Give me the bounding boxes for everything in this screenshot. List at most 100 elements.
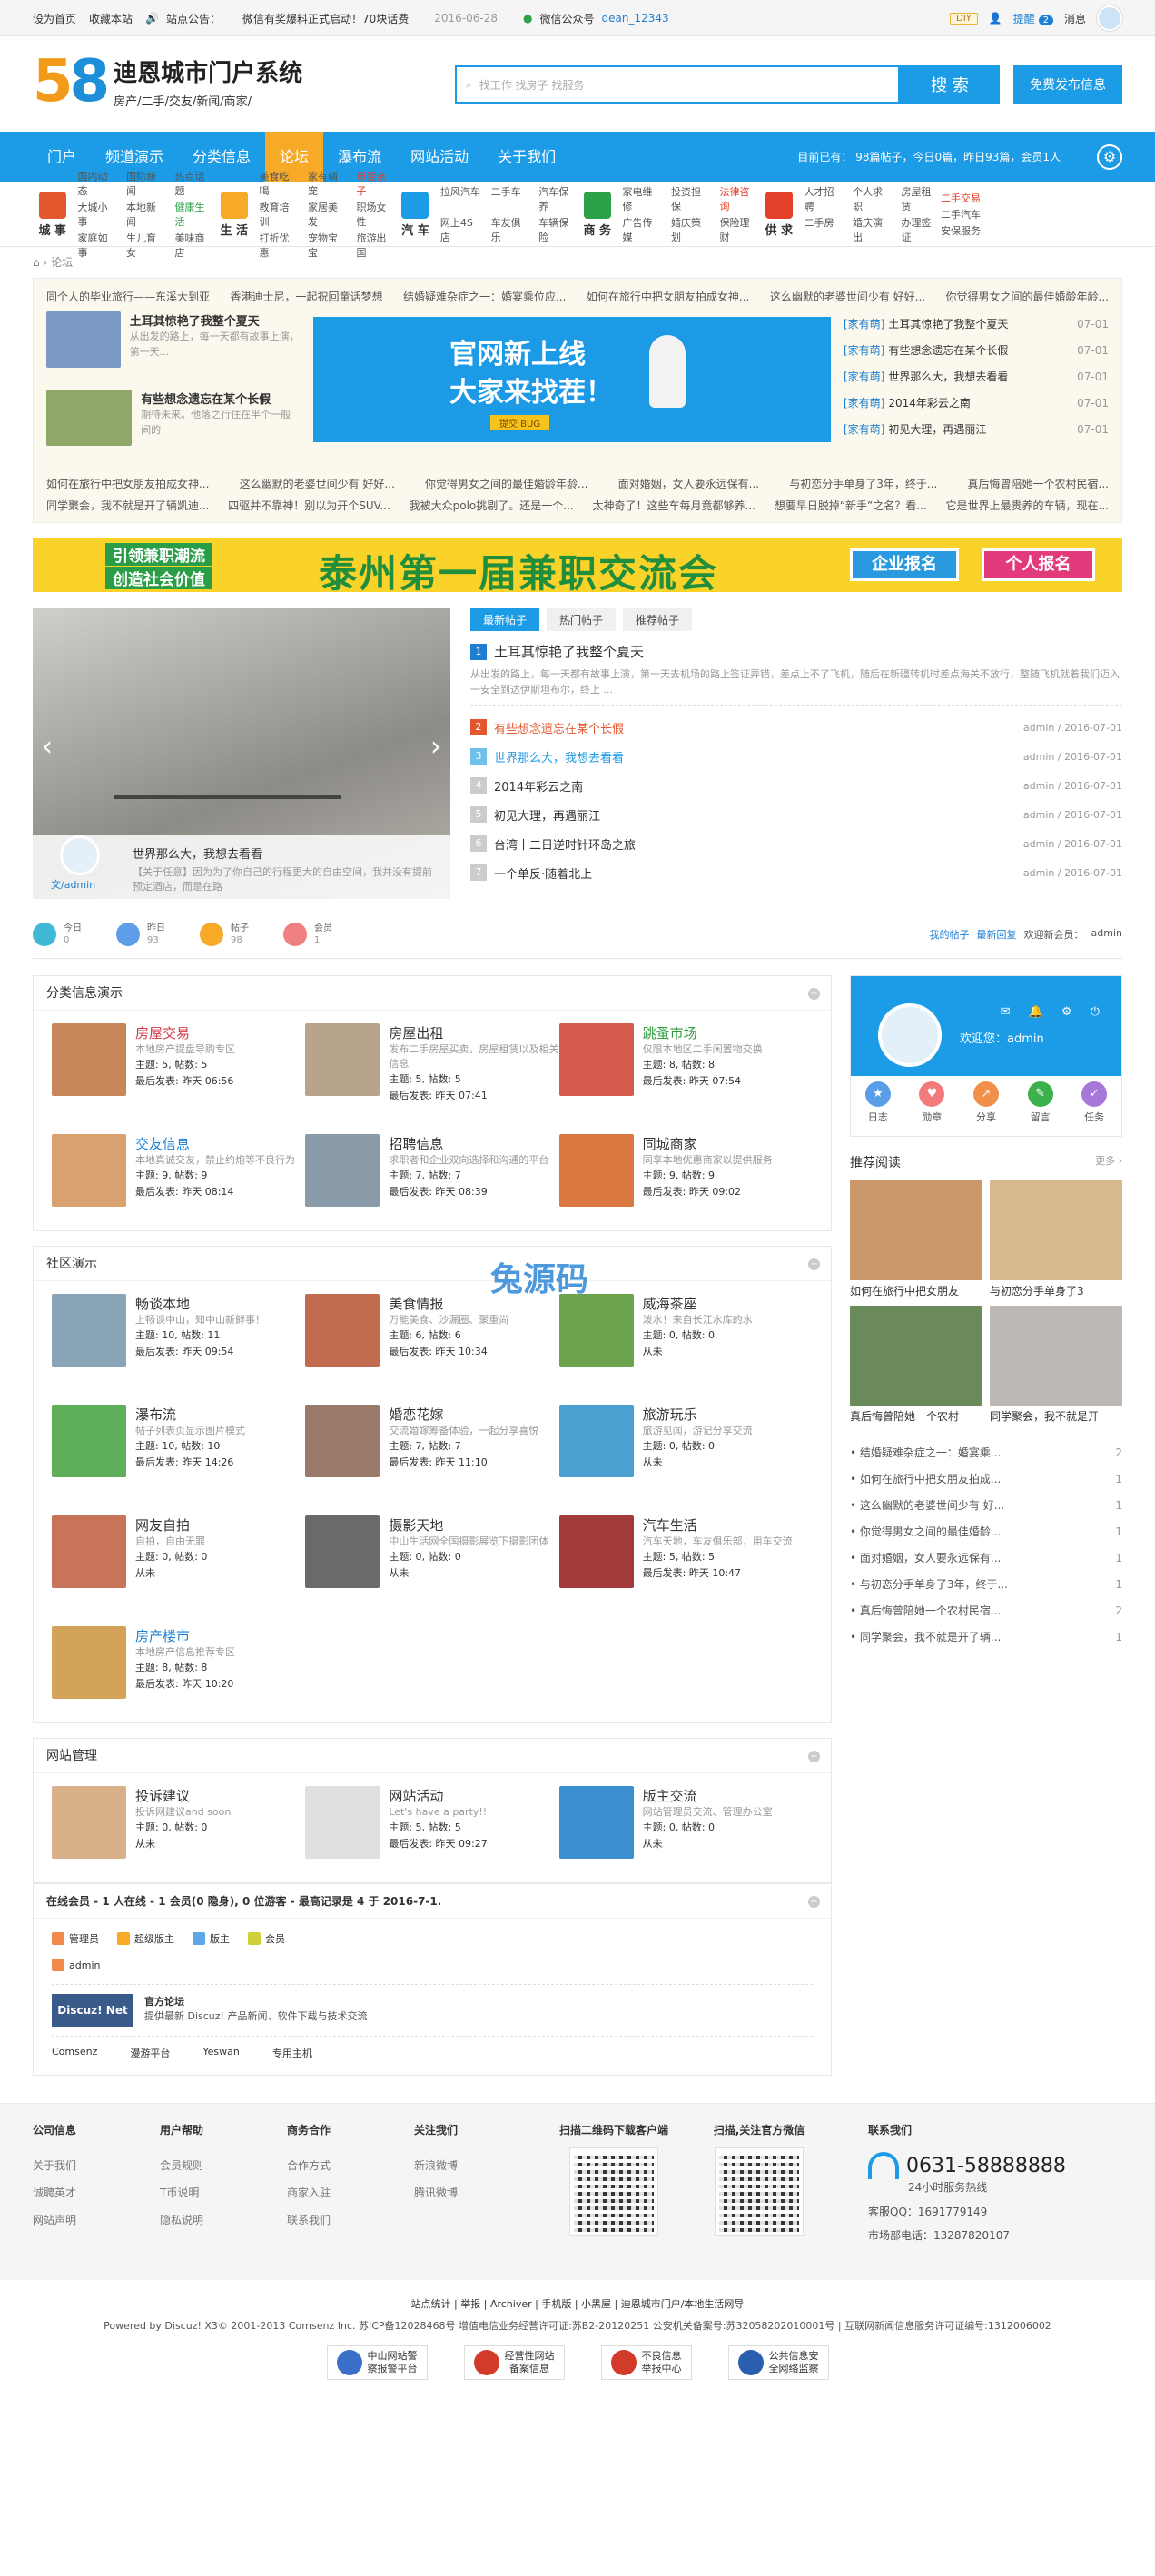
footer-link[interactable]: 新浪微博 bbox=[414, 2152, 541, 2179]
list-item[interactable]: • 同学聚会，我不就是开了辆... 1 bbox=[850, 1624, 1122, 1651]
user-action[interactable]: ♥ 勋章 bbox=[919, 1081, 945, 1124]
search-button[interactable]: 搜 索 bbox=[900, 65, 1000, 104]
footer-link[interactable]: 会员规则 bbox=[160, 2152, 287, 2179]
list-item[interactable]: [家有萌] 2014年彩云之南 07-01 bbox=[844, 390, 1109, 417]
hot-post-row[interactable]: 7 一个单反·随着北上 admin / 2016-07-01 bbox=[470, 858, 1122, 887]
category-link[interactable]: 二手汽车 bbox=[941, 207, 981, 222]
post-info-button[interactable]: 免费发布信息 bbox=[1013, 65, 1122, 104]
news-link[interactable]: 结婚疑难杂症之一：婚宴乘位应... bbox=[403, 286, 566, 308]
list-item[interactable]: • 如何在旅行中把女朋友拍成... 1 bbox=[850, 1466, 1122, 1493]
news-thumb[interactable]: 有些想念遗忘在某个长假 期待未来。他落之行住在半个一般间的 bbox=[46, 390, 301, 468]
forum-item[interactable]: 网友自拍 自拍，自由无罪 主题: 0, 帖数: 0 从未 bbox=[52, 1515, 305, 1606]
recommend-item[interactable]: 如何在旅行中把女朋友 bbox=[850, 1180, 982, 1298]
online-member[interactable]: admin bbox=[69, 1959, 100, 1971]
remind-link[interactable]: 提醒 2 bbox=[1013, 11, 1053, 26]
news-link[interactable]: 这么幽默的老婆世间少有 好好... bbox=[770, 286, 925, 308]
trust-seal[interactable]: 不良信息 举报中心 bbox=[600, 2345, 692, 2380]
user-action[interactable]: ✎ 留言 bbox=[1027, 1081, 1053, 1124]
category-link[interactable]: 个人求职 bbox=[853, 184, 892, 213]
category-link[interactable]: 职场女性 bbox=[357, 200, 396, 229]
collapse-icon[interactable]: − bbox=[808, 1258, 820, 1270]
recommend-item[interactable]: 同学聚会，我不就是开 bbox=[990, 1306, 1122, 1424]
category-link[interactable]: 大城小事 bbox=[78, 200, 117, 229]
friend-link[interactable]: Comsenz bbox=[52, 2046, 97, 2060]
diy-button[interactable]: DIY bbox=[950, 12, 978, 25]
personal-signup-button[interactable]: 个人报名 bbox=[982, 548, 1095, 581]
user-tool-icons[interactable]: ✉ 🔔 ⚙ ⏻ bbox=[1001, 1005, 1107, 1019]
forum-item[interactable]: 同城商家 同享本地优惠商家以提供服务 主题: 9, 帖数: 9 最后发表: 昨天 09… bbox=[558, 1134, 813, 1225]
bookmark-link[interactable]: 收藏本站 bbox=[89, 11, 133, 26]
category-link[interactable]: 国内动态 bbox=[78, 169, 117, 198]
category-link[interactable]: 办理签证 bbox=[902, 215, 941, 244]
forum-item[interactable]: 威海茶座 泼水！来自长江水库的水 主题: 0, 帖数: 0 从未 bbox=[558, 1294, 813, 1385]
list-item[interactable]: [家有萌] 初见大理，再遇丽江 07-01 bbox=[844, 417, 1109, 443]
wechat-id[interactable]: dean_12343 bbox=[602, 12, 669, 25]
top-post-title[interactable]: 土耳其惊艳了我整个夏天 bbox=[494, 642, 644, 661]
recommend-item[interactable]: 与初恋分手单身了3 bbox=[990, 1180, 1122, 1298]
promo-banner[interactable]: 官网新上线 大家来找茬！ 提交 BUG bbox=[313, 317, 831, 442]
category-link[interactable]: 美食吃喝 bbox=[260, 169, 299, 198]
category-link[interactable]: 车辆保险 bbox=[538, 215, 578, 244]
image-slider[interactable]: ‹ › 世界那么大，我想去看看 【关于任意】因为为了你自己的行程更大的自由空间，… bbox=[33, 608, 450, 899]
forum-item[interactable]: 房产楼市 本地房产信息推荐专区 主题: 8, 帖数: 8 最后发表: 昨天 10:20 bbox=[52, 1626, 305, 1717]
category-link[interactable]: 二手房 bbox=[805, 215, 844, 244]
footer-link[interactable]: 联系我们 bbox=[287, 2206, 414, 2234]
footer-link[interactable]: 商家入驻 bbox=[287, 2179, 414, 2206]
list-item[interactable]: [家有萌] 土耳其惊艳了我整个夏天 07-01 bbox=[844, 311, 1109, 338]
news-link[interactable]: 真后悔曾陪她一个农村民宿... bbox=[968, 473, 1109, 495]
news-link[interactable]: 你觉得男女之间的最佳婚龄年龄... bbox=[425, 473, 587, 495]
friend-link[interactable]: 漫游平台 bbox=[130, 2046, 170, 2060]
news-link[interactable]: 如何在旅行中把女朋友拍成女神... bbox=[587, 286, 749, 308]
avatar[interactable] bbox=[1097, 5, 1122, 31]
news-link[interactable]: 同个人的毕业旅行——东溪大到亚 bbox=[46, 286, 210, 308]
hot-post-row[interactable]: 4 2014年彩云之南 admin / 2016-07-01 bbox=[470, 771, 1122, 800]
notice-link[interactable]: 微信有奖爆料正式启动！70块话费 bbox=[242, 11, 409, 26]
category-link[interactable]: 汽车保养 bbox=[538, 184, 578, 213]
forum-item[interactable]: 跳蚤市场 仅限本地区二手闲置物交换 主题: 8, 帖数: 8 最后发表: 昨天 07:… bbox=[558, 1023, 813, 1114]
footer-link[interactable]: 合作方式 bbox=[287, 2152, 414, 2179]
hot-post-row[interactable]: 2 有些想念遗忘在某个长假 admin / 2016-07-01 bbox=[470, 713, 1122, 742]
set-home-link[interactable]: 设为首页 bbox=[33, 11, 76, 26]
category-link[interactable]: 法律咨询 bbox=[720, 184, 759, 213]
news-link[interactable]: 我被大众polo挑剔了。还是一个... bbox=[410, 495, 574, 517]
tab-2[interactable]: 推荐帖子 bbox=[623, 608, 693, 631]
footer-link[interactable]: 隐私说明 bbox=[160, 2206, 287, 2234]
list-item[interactable]: • 面对婚姻，女人要永远保有... 1 bbox=[850, 1545, 1122, 1572]
forum-item[interactable]: 交友信息 本地真诚交友，禁止约炮等不良行为 主题: 9, 帖数: 9 最后发表: 昨天… bbox=[52, 1134, 305, 1225]
list-item[interactable]: • 这么幽默的老婆世间少有 好... 1 bbox=[850, 1493, 1122, 1519]
list-item[interactable]: • 结婚疑难杂症之一：婚宴乘... 2 bbox=[850, 1440, 1122, 1466]
company-signup-button[interactable]: 企业报名 bbox=[850, 548, 959, 581]
nav-item-6[interactable]: 关于我们 bbox=[483, 132, 570, 182]
user-action[interactable]: ✓ 任务 bbox=[1081, 1081, 1108, 1124]
category-link[interactable]: 家居美发 bbox=[308, 200, 347, 229]
news-link[interactable]: 你觉得男女之间的最佳婚龄年龄... bbox=[946, 286, 1109, 308]
hot-post-row[interactable]: 6 台湾十二日逆时针环岛之旅 admin / 2016-07-01 bbox=[470, 829, 1122, 858]
news-link[interactable]: 四驱并不靠神！别以为开个SUV... bbox=[228, 495, 390, 517]
nav-item-5[interactable]: 网站活动 bbox=[396, 132, 483, 182]
news-link[interactable]: 与初恋分手单身了3年，终于... bbox=[789, 473, 937, 495]
hot-post-row[interactable]: 3 世界那么大，我想去看看 admin / 2016-07-01 bbox=[470, 742, 1122, 771]
category-link[interactable]: 家有萌宠 bbox=[308, 169, 347, 198]
category-link[interactable]: 国际新闻 bbox=[126, 169, 165, 198]
forum-item[interactable]: 摄影天地 中山生活网全国摄影展览下摄影团体 主题: 0, 帖数: 0 从未 bbox=[305, 1515, 558, 1606]
category-link[interactable]: 安保服务 bbox=[941, 223, 981, 238]
tab-0[interactable]: 最新帖子 bbox=[470, 608, 540, 631]
category-link[interactable]: 母婴亲子 bbox=[357, 169, 396, 198]
category-link[interactable]: 广告传媒 bbox=[623, 215, 662, 244]
hot-post-row[interactable]: 5 初见大理，再遇丽江 admin / 2016-07-01 bbox=[470, 800, 1122, 829]
forum-item[interactable]: 旅游玩乐 旅游见闻，游记分享交流 主题: 0, 帖数: 0 从未 bbox=[558, 1405, 813, 1495]
forum-item[interactable]: 美食情报 万能美食、沙漏圈、聚重尚 主题: 6, 帖数: 6 最后发表: 昨天 10:… bbox=[305, 1294, 558, 1385]
category-link[interactable]: 婚庆演出 bbox=[853, 215, 892, 244]
category-link[interactable]: 健康生活 bbox=[175, 200, 214, 229]
site-logo[interactable]: 58 迪恩城市门户系统 房产/二手/交友/新闻/商家/ bbox=[33, 53, 302, 111]
list-item[interactable]: • 真后悔曾陪她一个农村民宿... 2 bbox=[850, 1598, 1122, 1624]
list-item[interactable]: • 你觉得男女之间的最佳婚龄... 1 bbox=[850, 1519, 1122, 1545]
news-link[interactable]: 面对婚姻，女人要永远保有... bbox=[618, 473, 759, 495]
friend-link[interactable]: Yeswan bbox=[202, 2046, 239, 2060]
news-link[interactable]: 这么幽默的老婆世间少有 好好... bbox=[240, 473, 395, 495]
trust-seal[interactable]: 中山网站警 察报警平台 bbox=[326, 2345, 428, 2380]
list-item[interactable]: [家有萌] 有些想念遗忘在某个长假 07-01 bbox=[844, 338, 1109, 364]
user-action[interactable]: ★ 日志 bbox=[864, 1081, 891, 1124]
footer-link[interactable]: 关于我们 bbox=[33, 2152, 160, 2179]
submit-bug-button[interactable]: 提交 BUG bbox=[490, 415, 550, 430]
